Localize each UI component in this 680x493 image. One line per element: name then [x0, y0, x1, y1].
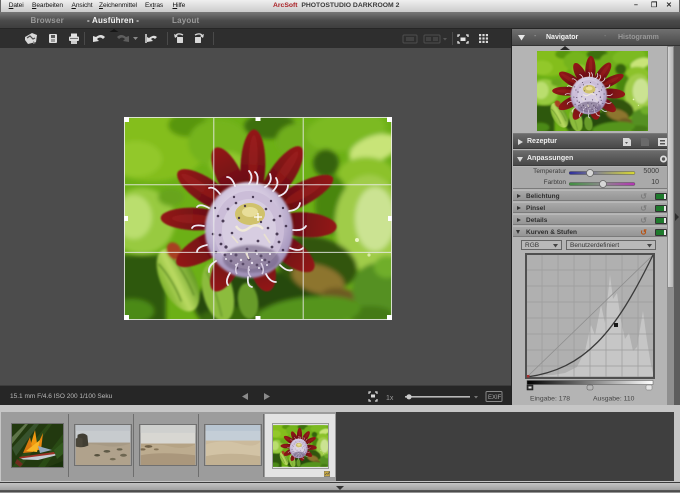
svg-text:Ausgabe: 110: Ausgabe: 110: [593, 396, 635, 403]
svg-text:1x: 1x: [386, 395, 394, 402]
svg-text:EXIF: EXIF: [488, 395, 502, 401]
svg-text:Eingabe: 178: Eingabe: 178: [530, 396, 570, 403]
